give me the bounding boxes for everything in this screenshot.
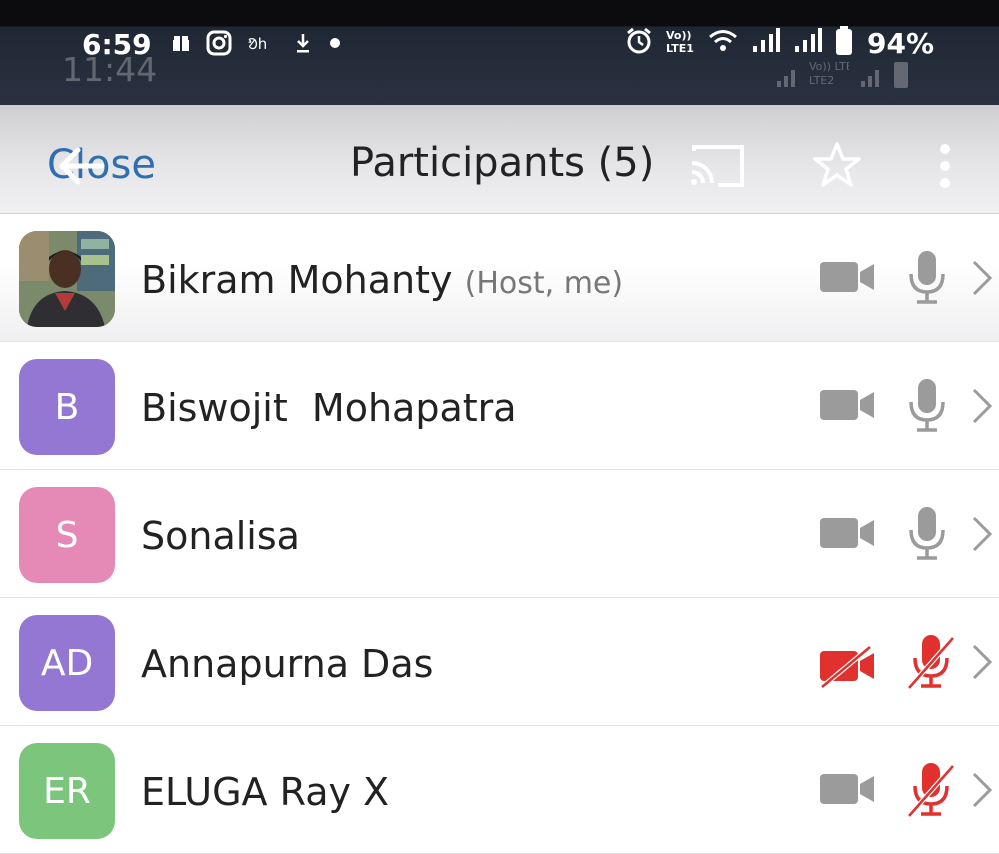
ghost-system-icons: Vo)) LTE LTE2 [775, 58, 909, 88]
chevron-right-icon[interactable] [970, 258, 994, 302]
microphone-icon[interactable] [907, 250, 947, 310]
svg-text:ᱚh: ᱚh [248, 35, 267, 53]
microphone-icon[interactable] [907, 378, 947, 438]
avatar: ER [19, 743, 115, 839]
signal-icon [751, 28, 781, 58]
back-arrow-icon[interactable] [52, 142, 108, 194]
dot-icon [328, 36, 342, 50]
video-camera-off-icon[interactable] [820, 644, 878, 692]
participant-role-tag: (Host, me) [464, 266, 624, 301]
alarm-icon [625, 27, 653, 59]
participant-name: Biswojit Mohapatra [141, 386, 517, 430]
dailyhunt-icon: ᱚh [248, 33, 278, 53]
participant-name: Sonalisa [141, 514, 300, 558]
gift-icon [172, 34, 190, 52]
chevron-right-icon[interactable] [970, 514, 994, 558]
page-title: Participants (5) [350, 140, 655, 186]
participant-row-bikram-mohanty[interactable]: Bikram Mohanty (Host, me) [0, 214, 999, 342]
participant-name: ELUGA Ray X [141, 770, 390, 814]
avatar-photo [19, 231, 115, 327]
avatar-initials: B [54, 386, 80, 428]
video-camera-icon[interactable] [820, 516, 878, 554]
video-camera-icon[interactable] [820, 260, 878, 298]
svg-text:Vo)) LTE: Vo)) LTE [809, 60, 849, 73]
download-icon [294, 32, 312, 54]
microphone-off-icon[interactable] [907, 762, 955, 822]
status-time: 6:59 [82, 28, 152, 61]
svg-text:LTE1: LTE1 [666, 42, 694, 55]
chevron-right-icon[interactable] [970, 386, 994, 430]
avatar: B [19, 359, 115, 455]
svg-text:LTE2: LTE2 [809, 74, 834, 87]
participant-row-sonalisa[interactable]: S Sonalisa [0, 470, 999, 598]
video-camera-icon[interactable] [820, 388, 878, 426]
avatar-initials: S [55, 514, 79, 556]
chevron-right-icon[interactable] [970, 770, 994, 814]
avatar-initials: ER [43, 770, 91, 812]
cast-icon[interactable] [688, 141, 746, 193]
avatar: S [19, 487, 115, 583]
video-camera-icon[interactable] [820, 772, 878, 810]
avatar-initials: AD [40, 642, 94, 684]
participant-row-biswojit-mohapatra[interactable]: B Biswojit Mohapatra [0, 342, 999, 470]
star-icon[interactable] [812, 141, 862, 193]
participant-list: Bikram Mohanty (Host, me) B Biswojit Moh… [0, 214, 999, 854]
participant-name: Annapurna Das [141, 642, 434, 686]
participant-name-text: Bikram Mohanty [141, 258, 453, 302]
participant-row-eluga-ray-x[interactable]: ER ELUGA Ray X [0, 726, 999, 854]
microphone-icon[interactable] [907, 506, 947, 566]
status-bar: 11:44 6:59 ᱚh Vo)) LTE1 94% Vo)) LTE LTE… [0, 0, 999, 105]
system-icons: Vo)) LTE1 94% [625, 26, 934, 60]
participant-row-annapurna-das[interactable]: AD Annapurna Das [0, 598, 999, 726]
battery-percent: 94% [867, 26, 935, 60]
more-vertical-icon[interactable] [935, 143, 955, 193]
battery-icon [835, 26, 853, 60]
participant-name: Bikram Mohanty (Host, me) [141, 258, 623, 302]
volte-icon: Vo)) LTE1 [665, 27, 695, 59]
participants-header: Close Participants (5) [0, 105, 999, 214]
microphone-off-icon[interactable] [907, 634, 955, 694]
instagram-icon [206, 30, 232, 56]
avatar [19, 231, 115, 327]
avatar: AD [19, 615, 115, 711]
notification-icons: ᱚh [172, 30, 342, 56]
chevron-right-icon[interactable] [970, 642, 994, 686]
svg-text:Vo)): Vo)) [666, 29, 692, 42]
signal-icon [793, 28, 823, 58]
wifi-icon [707, 27, 739, 59]
